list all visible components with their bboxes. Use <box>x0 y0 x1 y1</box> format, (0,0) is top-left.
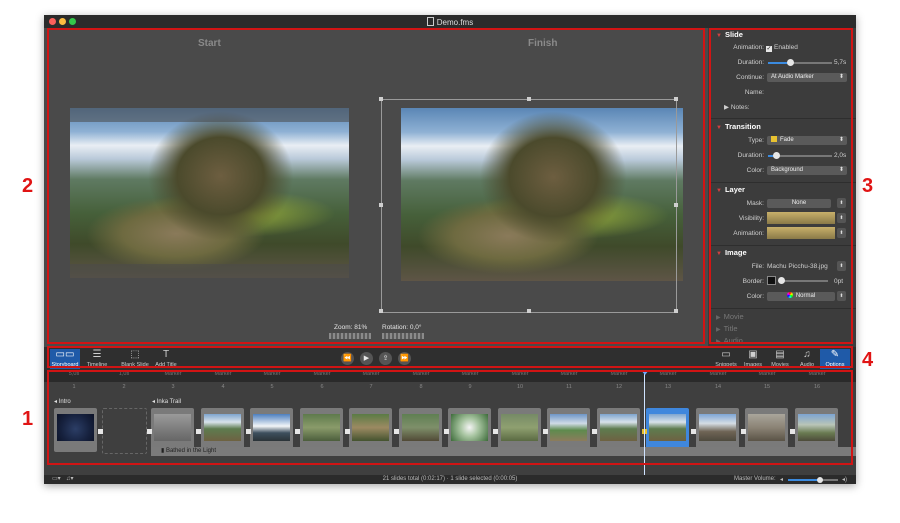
highlight-preview <box>47 28 705 344</box>
highlight-inspector <box>709 28 853 344</box>
document-icon <box>426 17 434 26</box>
master-volume-label: Master Volume: <box>734 476 776 482</box>
highlight-toolbar <box>47 346 853 368</box>
status-bar: ▭▾ ♫▾ 21 slides total (0:02:17) · 1 slid… <box>44 475 856 484</box>
window-title: Demo.fms <box>44 17 856 27</box>
highlight-storyboard <box>47 370 853 465</box>
volume-high-icon: ◂) <box>842 477 848 483</box>
volume-low-icon: ◂ <box>780 477 784 483</box>
title-bar: Demo.fms <box>44 15 856 28</box>
master-volume-slider[interactable] <box>788 477 838 483</box>
callout-2: 2 <box>22 175 34 197</box>
callout-1: 1 <box>22 408 34 430</box>
slider-knob[interactable] <box>817 477 823 483</box>
callout-4: 4 <box>862 349 874 371</box>
callout-3: 3 <box>862 175 874 197</box>
